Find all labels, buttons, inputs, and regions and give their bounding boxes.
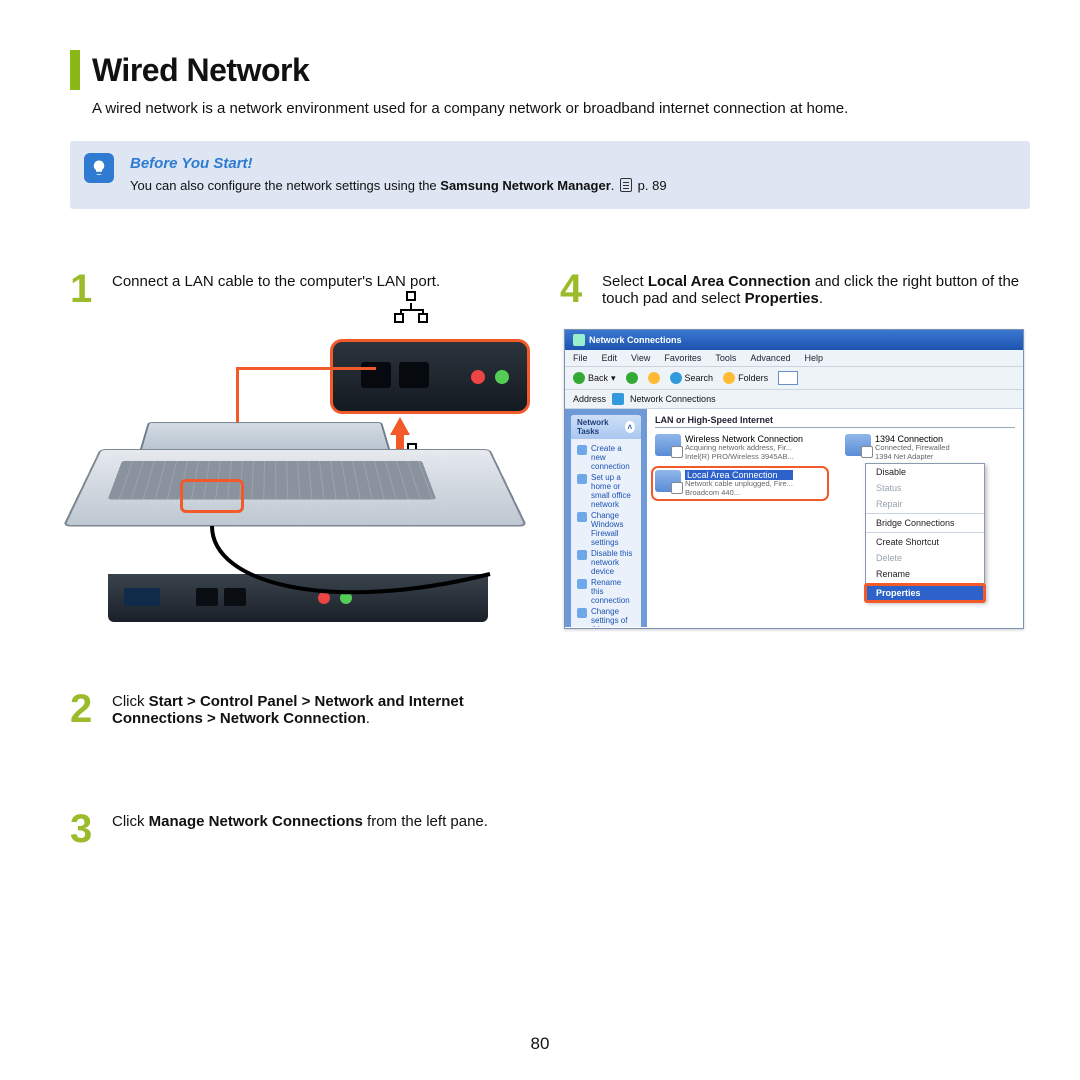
heading-accent-bar (70, 50, 80, 90)
lan-port-zoom (330, 339, 530, 414)
connection-icon (845, 434, 871, 456)
step-3: 3 Click Manage Network Connections from … (70, 809, 540, 849)
network-connections-window: Network Connections File Edit View Favor… (564, 329, 1024, 629)
menu-view[interactable]: View (631, 353, 650, 363)
panel-heading: Network Tasks (577, 418, 625, 436)
window-toolbar: Back ▾ Search Folders (565, 367, 1023, 390)
menu-advanced[interactable]: Advanced (750, 353, 790, 363)
infobox-text-post: . (611, 178, 618, 193)
address-bar: Address Network Connections (565, 390, 1023, 409)
infobox-text-pre: You can also configure the network setti… (130, 178, 440, 193)
step-4-text: Select Local Area Connection and click t… (602, 269, 1030, 309)
laptop-lan-figure (100, 329, 530, 659)
up-button[interactable] (648, 372, 660, 384)
task-link[interactable]: Disable this network device (577, 548, 635, 577)
infobox-text-bold: Samsung Network Manager (440, 178, 611, 193)
connection-local-area[interactable]: Local Area ConnectionNetwork cable unplu… (655, 470, 825, 498)
task-link[interactable]: Change settings of this connection (577, 606, 635, 627)
ctx-rename[interactable]: Rename (866, 566, 984, 582)
step-number: 1 (70, 269, 98, 309)
menu-help[interactable]: Help (804, 353, 823, 363)
ctx-repair: Repair (866, 496, 984, 512)
task-link[interactable]: Rename this connection (577, 577, 635, 606)
window-title-text: Network Connections (589, 335, 682, 345)
collapse-icon[interactable]: ˄ (625, 421, 635, 433)
task-link[interactable]: Set up a home or small office network (577, 472, 635, 510)
folders-button[interactable]: Folders (723, 372, 768, 384)
window-titlebar: Network Connections (565, 330, 1023, 350)
lightbulb-icon (84, 153, 114, 183)
step-number: 2 (70, 689, 98, 729)
step-4: 4 Select Local Area Connection and click… (560, 269, 1030, 309)
window-icon (573, 334, 585, 346)
infobox-title: Before You Start! (130, 155, 1012, 172)
address-value[interactable]: Network Connections (630, 394, 1015, 404)
window-content: LAN or High-Speed Internet Wireless Netw… (647, 409, 1023, 627)
connection-icon (655, 434, 681, 456)
network-icon (390, 291, 430, 331)
address-icon (612, 393, 624, 405)
page-ref-icon (620, 178, 632, 192)
network-tasks-panel: Network Tasks˄ Create a new connection S… (571, 415, 641, 627)
ctx-status: Status (866, 480, 984, 496)
context-menu: Disable Status Repair Bridge Connections… (865, 463, 985, 602)
window-menubar: File Edit View Favorites Tools Advanced … (565, 350, 1023, 367)
ctx-delete: Delete (866, 550, 984, 566)
step-2: 2 Click Start > Control Panel > Network … (70, 689, 540, 729)
forward-button[interactable] (626, 372, 638, 384)
ctx-shortcut[interactable]: Create Shortcut (866, 534, 984, 550)
infobox-body: You can also configure the network setti… (130, 178, 1012, 193)
task-link[interactable]: Create a new connection (577, 443, 635, 472)
address-label: Address (573, 394, 606, 404)
page-title: Wired Network (92, 52, 309, 89)
lan-cable (210, 524, 510, 644)
window-sidebar: Network Tasks˄ Create a new connection S… (565, 409, 647, 627)
page-number: 80 (0, 1034, 1080, 1054)
step-3-text: Click Manage Network Connections from th… (112, 809, 488, 849)
menu-edit[interactable]: Edit (602, 353, 618, 363)
views-button[interactable] (778, 371, 798, 385)
task-link[interactable]: Change Windows Firewall settings (577, 510, 635, 548)
menu-file[interactable]: File (573, 353, 588, 363)
infobox-page-ref: p. 89 (638, 178, 667, 193)
connection-wireless[interactable]: Wireless Network ConnectionAcquiring net… (655, 434, 825, 462)
step-2-text: Click Start > Control Panel > Network an… (112, 689, 540, 729)
lan-port-highlight (180, 479, 244, 513)
menu-favorites[interactable]: Favorites (664, 353, 701, 363)
connection-1394[interactable]: 1394 ConnectionConnected, Firewalled1394… (845, 434, 1015, 462)
group-heading: LAN or High-Speed Internet (655, 415, 1015, 428)
step-1: 1 Connect a LAN cable to the computer's … (70, 269, 540, 309)
ctx-disable[interactable]: Disable (866, 464, 984, 480)
ctx-bridge[interactable]: Bridge Connections (866, 515, 984, 531)
ctx-properties[interactable]: Properties (866, 585, 984, 601)
back-button[interactable]: Back ▾ (573, 372, 616, 384)
step-number: 3 (70, 809, 98, 849)
search-button[interactable]: Search (670, 372, 714, 384)
before-you-start-box: Before You Start! You can also configure… (70, 141, 1030, 209)
menu-tools[interactable]: Tools (715, 353, 736, 363)
step-number: 4 (560, 269, 588, 309)
intro-text: A wired network is a network environment… (92, 100, 1030, 117)
connection-icon (655, 470, 681, 492)
